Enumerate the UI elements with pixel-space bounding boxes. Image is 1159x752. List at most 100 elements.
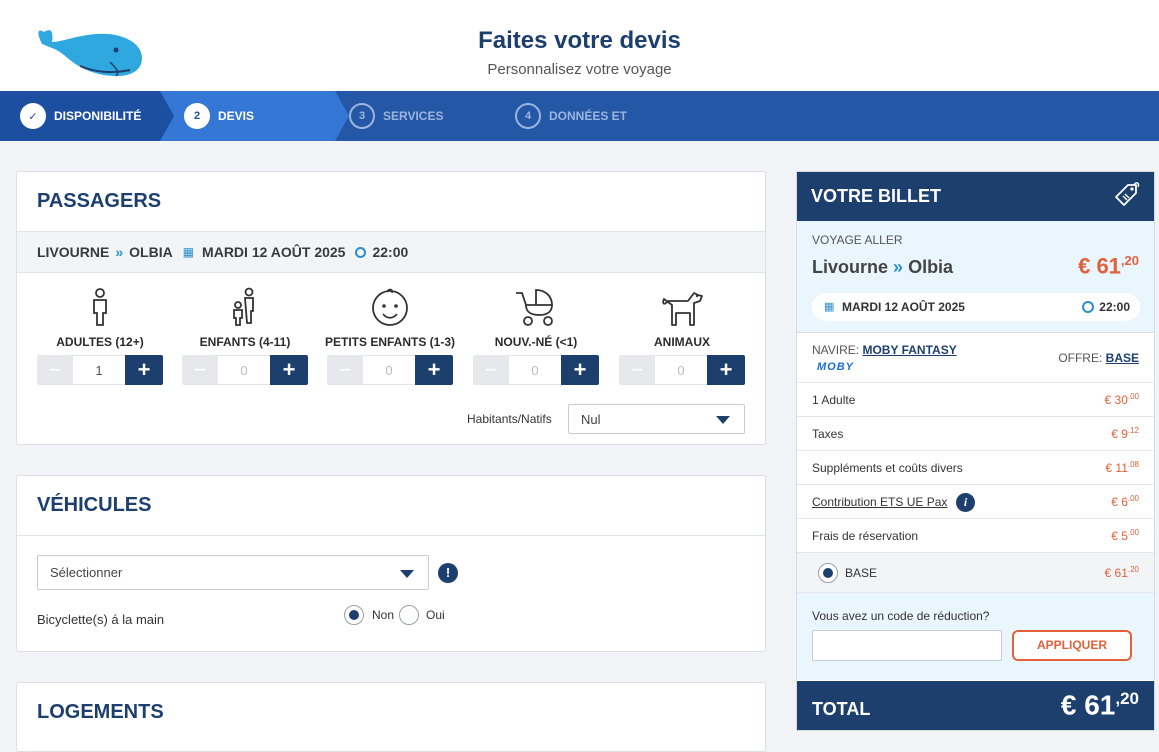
step-services-label: SERVICES [383,109,444,123]
passenger-type-newborn: NOUV.-NÉ (<1) − 0 + [463,287,609,385]
increment-button[interactable]: + [707,355,745,385]
habitants-label: Habitants/Natifs [467,412,552,426]
increment-button[interactable]: + [415,355,453,385]
dog-icon [662,292,703,326]
offer-option-row[interactable]: BASE € 61.20 [797,553,1154,593]
page-subtitle: Personnalisez votre voyage [487,61,672,78]
price-line: Contribution ETS UE Pax i € 6.00 [797,485,1154,519]
chevron-down-icon [716,416,730,424]
voyage-label: VOYAGE ALLER [812,233,903,247]
vehicules-title: VÉHICULES [17,476,765,536]
habitants-select-value: Nul [581,411,601,427]
price-line: Frais de réservation € 5.00 [797,519,1154,553]
pax-label: NOUV.-NÉ (<1) [494,335,578,349]
radio-oui-label[interactable]: Oui [426,608,445,622]
voyage-to: Olbia [908,257,954,277]
quantity-stepper: − 0 + [182,355,308,385]
bicycle-label: Bicyclette(s) á la main [37,612,165,627]
apply-button[interactable]: APPLIQUER [1012,630,1132,661]
ticket-header: VOTRE BILLET [797,172,1154,221]
quantity-value[interactable]: 0 [509,355,561,385]
quantity-stepper: − 0 + [619,355,745,385]
moby-logo: MOBY [817,361,854,373]
pax-label: PETITS ENFANTS (1-3) [324,335,455,349]
increment-button[interactable]: + [125,355,163,385]
offer-radio[interactable] [818,563,838,583]
decrement-button[interactable]: − [37,355,73,385]
voyage-datetime: ▦ MARDI 12 AOÛT 2025 22:00 [812,293,1140,321]
offre-label: OFFRE: [1058,351,1103,365]
passenger-type-infants: PETITS ENFANTS (1-3) − 0 + [317,287,463,385]
price-line: Suppléments et coûts divers € 11.08 [797,451,1154,485]
step-disponibilite-label: DISPONIBILITÉ [54,109,142,123]
quantity-stepper: − 0 + [327,355,453,385]
price-line: 1 Adulte € 30.00 [797,383,1154,417]
decrement-button[interactable]: − [182,355,218,385]
ticket-title: VOTRE BILLET [811,186,941,206]
double-chevron-icon: » [893,257,904,277]
habitants-select[interactable]: Nul [568,404,745,434]
info-icon[interactable]: i [956,493,975,512]
logements-panel: LOGEMENTS [16,682,766,752]
page-title: Faites votre devis [478,27,681,54]
vehicle-select-value: Sélectionner [50,565,123,580]
route-date: MARDI 12 AOÛT 2025 [202,244,346,260]
quantity-value[interactable]: 0 [363,355,415,385]
ticket-sidebar: VOTRE BILLET VOYAGE ALLER Livourne » Olb… [796,171,1155,731]
step-services: 3 SERVICES [335,91,495,141]
step-devis-label: DEVIS [218,109,255,123]
step-devis: 2 DEVIS [160,91,335,141]
total-amount: € 61,20 [1060,689,1139,721]
promo-code-input[interactable] [812,630,1002,661]
calendar-icon: ▦ [824,301,835,313]
baby-face-icon [372,288,408,326]
promo-section: Vous avez un code de réduction? APPLIQUE… [797,593,1154,680]
increment-button[interactable]: + [561,355,599,385]
quantity-value[interactable]: 0 [655,355,707,385]
voyage-summary: VOYAGE ALLER Livourne » Olbia € 61,20 ▦ … [797,221,1154,333]
clock-icon [355,246,367,258]
passenger-type-animals: ANIMAUX − 0 + [609,287,755,385]
increment-button[interactable]: + [270,355,308,385]
vehicle-select[interactable]: Sélectionner [37,555,429,590]
decrement-button[interactable]: − [473,355,509,385]
price-line: Taxes € 9.12 [797,417,1154,451]
quantity-value[interactable]: 0 [218,355,270,385]
stroller-icon [516,289,553,326]
radio-oui[interactable] [399,605,419,625]
voyage-date: MARDI 12 AOÛT 2025 [842,300,965,314]
alert-icon[interactable]: ! [438,563,458,583]
check-icon: ✓ [20,103,46,129]
double-chevron-icon: » [115,244,124,260]
passagers-title: PASSAGERS [37,190,162,212]
step-arrow [335,91,349,141]
passagers-panel: PASSAGERS LIVOURNE » OLBIA ▦ MARDI 12 AO… [16,171,766,445]
radio-non[interactable] [344,605,364,625]
radio-non-label[interactable]: Non [372,608,394,622]
navire-name-link[interactable]: MOBY FANTASY [862,343,956,357]
voyage-time: 22:00 [1099,300,1130,314]
step-arrow [160,91,174,141]
pax-label: ADULTES (12+) [56,335,144,349]
navire-label: NAVIRE: [812,343,860,357]
chevron-down-icon [400,569,414,578]
route-from: LIVOURNE [37,244,110,260]
page-header: Faites votre devis Personnalisez votre v… [0,0,1159,91]
passenger-type-children: ENFANTS (4-11) − 0 + [172,287,318,385]
route-time: 22:00 [372,244,409,260]
clock-icon [1082,301,1094,313]
quantity-value[interactable]: 1 [73,355,125,385]
decrement-button[interactable]: − [327,355,363,385]
total-label: TOTAL [812,699,871,719]
voyage-from: Livourne [812,257,889,277]
offre-value-link[interactable]: BASE [1106,351,1139,365]
adult-icon [93,288,107,326]
decrement-button[interactable]: − [619,355,655,385]
quantity-stepper: − 0 + [473,355,599,385]
step-disponibilite[interactable]: ✓ DISPONIBILITÉ [0,91,160,141]
contribution-link[interactable]: Contribution ETS UE Pax [812,495,947,509]
passenger-type-adult: ADULTES (12+) − 1 + [27,287,173,385]
route-bar: LIVOURNE » OLBIA ▦ MARDI 12 AOÛT 2025 22… [17,231,765,273]
step-donnees: 4 DONNÉES ET [495,91,695,141]
passenger-grid: ADULTES (12+) − 1 + ENFANTS (4-11) − 0 + [17,273,765,403]
